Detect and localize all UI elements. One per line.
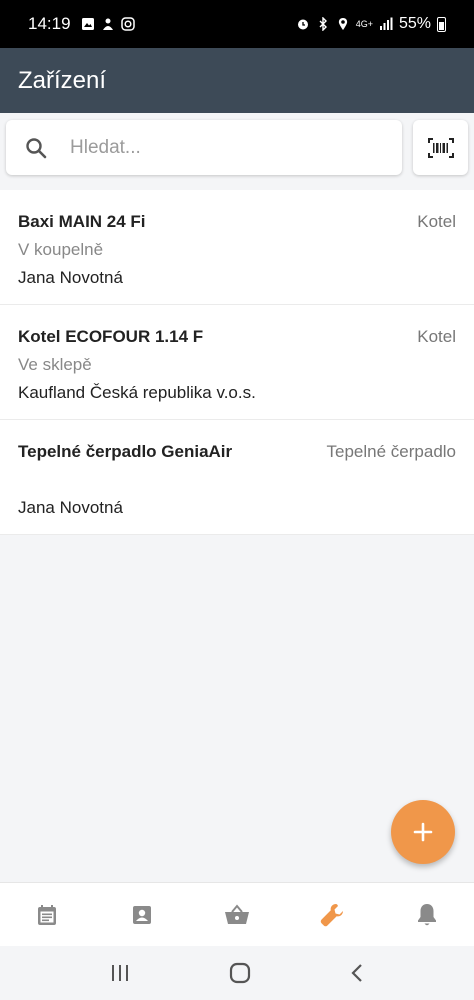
bell-icon — [417, 903, 436, 925]
basket-icon — [224, 903, 249, 924]
device-name: Kotel ECOFOUR 1.14 F — [18, 327, 204, 346]
plus-icon — [413, 822, 433, 842]
app-notification-icon — [102, 18, 113, 30]
bottom-navigation — [0, 882, 474, 946]
device-item[interactable]: Baxi MAIN 24 Fi Kotel V koupelně Jana No… — [0, 190, 474, 305]
search-box[interactable] — [6, 120, 402, 175]
device-owner: Kaufland Česká republika v.o.s. — [18, 383, 256, 402]
status-bar: 14:19 4G+ 55% — [0, 0, 474, 48]
wrench-icon — [320, 903, 343, 926]
signal-icon — [379, 17, 393, 30]
device-owner: Jana Novotná — [18, 498, 123, 517]
home-icon[interactable] — [229, 962, 251, 984]
app-bar: Zařízení — [0, 48, 474, 113]
location-icon — [338, 18, 347, 30]
device-name: Baxi MAIN 24 Fi — [18, 212, 146, 231]
calendar-icon — [38, 904, 57, 925]
nav-tab-notifications[interactable] — [379, 883, 474, 946]
alarm-icon — [297, 19, 308, 30]
device-type: Tepelné čerpadlo — [326, 442, 456, 461]
device-type: Kotel — [417, 327, 456, 346]
device-owner: Jana Novotná — [18, 268, 123, 287]
system-navigation-bar — [0, 946, 474, 1000]
device-list: Baxi MAIN 24 Fi Kotel V koupelně Jana No… — [0, 190, 474, 535]
device-location: V koupelně — [18, 240, 104, 259]
device-item[interactable]: Tepelné čerpadlo GeniaAir Tepelné čerpad… — [0, 420, 474, 535]
battery-percent: 55% — [398, 15, 431, 32]
device-name: Tepelné čerpadlo GeniaAir — [18, 442, 233, 461]
search-icon — [6, 136, 66, 160]
device-location: Ve sklepě — [18, 355, 92, 374]
device-item[interactable]: Kotel ECOFOUR 1.14 F Kotel Ve sklepě Kau… — [0, 305, 474, 420]
bluetooth-icon — [319, 17, 327, 31]
battery-icon — [437, 16, 446, 32]
status-time: 14:19 — [28, 14, 71, 33]
nav-tab-calendar[interactable] — [0, 883, 95, 946]
back-icon[interactable] — [350, 963, 364, 983]
barcode-icon — [427, 137, 454, 158]
search-area — [0, 113, 474, 188]
page-title: Zařízení — [18, 66, 107, 94]
nav-tab-basket[interactable] — [190, 883, 285, 946]
device-type: Kotel — [417, 212, 456, 231]
add-device-button[interactable] — [391, 800, 455, 864]
network-type: 4G+ — [355, 19, 373, 29]
nav-tab-contacts[interactable] — [95, 883, 190, 946]
recent-apps-icon[interactable] — [110, 964, 130, 982]
barcode-scan-button[interactable] — [413, 120, 468, 175]
contact-icon — [133, 905, 152, 924]
instagram-icon — [120, 17, 135, 31]
nav-tab-devices[interactable] — [284, 883, 379, 946]
search-input[interactable] — [70, 136, 370, 159]
gallery-icon — [81, 18, 94, 30]
